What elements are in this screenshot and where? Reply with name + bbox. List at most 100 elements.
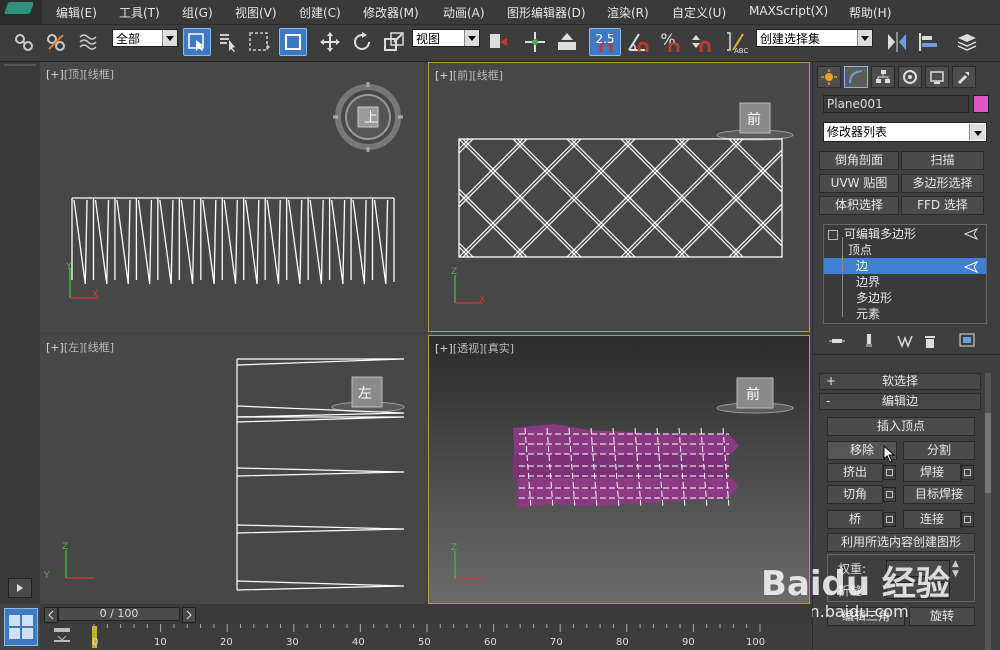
motion-tab-icon[interactable]: [898, 66, 922, 88]
menu-views[interactable]: 视图(V): [235, 4, 277, 21]
connect-button[interactable]: 连接: [903, 510, 961, 529]
layer-manager-icon[interactable]: [953, 28, 981, 56]
volume-select-button[interactable]: 体积选择: [819, 196, 899, 215]
object-name-field[interactable]: Plane001: [823, 95, 969, 113]
reference-coord-dropdown[interactable]: 视图: [412, 29, 480, 47]
soft-selection-rollout[interactable]: + 软选择: [819, 373, 981, 390]
create-shape-button[interactable]: 利用所选内容创建图形: [827, 533, 975, 552]
track-view-icon[interactable]: [52, 626, 74, 644]
select-object-icon[interactable]: [183, 28, 211, 56]
weight-spinner-field[interactable]: [886, 560, 950, 577]
pin-stack-icon[interactable]: [829, 334, 845, 348]
viewport-top[interactable]: [+][顶][线框] Y X 上: [40, 62, 425, 332]
edit-named-selection-icon[interactable]: ABC: [724, 28, 752, 56]
time-slider-thumb[interactable]: 0 / 100: [58, 607, 180, 621]
app-logo[interactable]: [0, 0, 42, 24]
stack-item-vertex[interactable]: 顶点: [848, 242, 1000, 258]
turn-button[interactable]: 旋转: [909, 607, 975, 626]
snap-toggle-button[interactable]: 2.5: [589, 28, 621, 56]
remove-modifier-icon[interactable]: [923, 333, 937, 349]
weld-settings-button[interactable]: [961, 465, 974, 480]
viewcube-left-text[interactable]: 左: [358, 383, 372, 403]
edit-edges-rollout[interactable]: - 编辑边: [819, 393, 981, 410]
select-by-name-icon[interactable]: [214, 28, 242, 56]
viewcube-top-text[interactable]: 上: [364, 107, 378, 127]
weld-button[interactable]: 焊接: [903, 463, 961, 482]
stack-item-edge[interactable]: 边: [824, 258, 986, 274]
hierarchy-tab-icon[interactable]: [871, 66, 895, 88]
mirror-icon[interactable]: [883, 28, 911, 56]
extrude-button[interactable]: 挤出: [827, 463, 883, 482]
menu-group[interactable]: 组(G): [182, 4, 213, 21]
link-icon[interactable]: [10, 28, 38, 56]
stack-item-polygon[interactable]: 多边形: [856, 290, 1000, 306]
bind-spacewarp-icon[interactable]: [74, 28, 102, 56]
ffd-select-button[interactable]: FFD 选择: [901, 196, 984, 215]
move-icon[interactable]: [316, 28, 344, 56]
angle-snap-icon[interactable]: [623, 28, 651, 56]
target-weld-button[interactable]: 目标焊接: [903, 485, 975, 504]
connect-settings-button[interactable]: [961, 512, 974, 527]
extrude-settings-button[interactable]: [883, 465, 896, 480]
display-tab-icon[interactable]: [925, 66, 949, 88]
chamfer-button[interactable]: 切角: [827, 485, 883, 504]
expand-button[interactable]: [8, 578, 32, 598]
window-crossing-icon[interactable]: [279, 28, 307, 56]
bridge-button[interactable]: 桥: [827, 510, 883, 529]
track-bar[interactable]: 0 10 20 30 40 50 60 70 80 90 100: [40, 624, 812, 650]
viewport-perspective[interactable]: [+][透视][真实] 前 Z: [428, 335, 810, 604]
stack-edge-light-icon[interactable]: [964, 261, 978, 273]
scale-icon[interactable]: [380, 28, 408, 56]
modify-tab-icon[interactable]: [844, 66, 868, 88]
split-button[interactable]: 分割: [903, 441, 975, 460]
edit-triangulation-button[interactable]: 编辑三角: [827, 607, 905, 626]
make-unique-icon[interactable]: [897, 334, 913, 348]
spinner-snap-icon[interactable]: [686, 28, 714, 56]
menu-tools[interactable]: 工具(T): [119, 4, 160, 21]
viewport-layout-button[interactable]: [4, 608, 38, 646]
create-tab-icon[interactable]: [817, 66, 841, 88]
insert-vertex-button[interactable]: 插入顶点: [827, 417, 975, 436]
chamfer-settings-button[interactable]: [883, 487, 896, 502]
unlink-icon[interactable]: [42, 28, 70, 56]
stack-item-border[interactable]: 边界: [856, 274, 1000, 290]
modifier-list-dropdown[interactable]: 修改器列表: [823, 122, 987, 142]
time-slider-prev-button[interactable]: [44, 607, 58, 623]
menu-create[interactable]: 创建(C): [299, 4, 341, 21]
rotate-icon[interactable]: [348, 28, 376, 56]
sweep-button[interactable]: 扫描: [901, 151, 984, 170]
keyboard-shortcut-icon[interactable]: [553, 28, 581, 56]
uvw-map-button[interactable]: UVW 贴图: [819, 174, 899, 193]
rectangular-selection-icon[interactable]: [245, 28, 273, 56]
percent-snap-icon[interactable]: %: [654, 28, 682, 56]
align-icon[interactable]: [915, 28, 943, 56]
stack-root[interactable]: 可编辑多边形: [828, 226, 986, 242]
menu-edit[interactable]: 编辑(E): [56, 4, 97, 21]
viewport-front[interactable]: [+][前][线框] 前 Z X: [428, 62, 810, 332]
menu-animation[interactable]: 动画(A): [443, 4, 485, 21]
crease-spinner-field[interactable]: [886, 582, 950, 599]
stack-item-element[interactable]: 元素: [856, 306, 1000, 322]
named-selection-dropdown[interactable]: 创建选择集: [756, 29, 873, 47]
panel-scrollbar[interactable]: [985, 373, 991, 650]
menu-customize[interactable]: 自定义(U): [672, 4, 726, 21]
viewcube-front-text[interactable]: 前: [747, 109, 761, 129]
stack-root-light-icon[interactable]: [964, 228, 978, 240]
selection-filter-dropdown[interactable]: 全部: [112, 29, 178, 47]
poly-select-button[interactable]: 多边形选择: [901, 174, 984, 193]
viewcube-perspective-text[interactable]: 前: [746, 384, 760, 404]
bridge-settings-button[interactable]: [883, 512, 896, 527]
time-slider-next-button[interactable]: [182, 607, 196, 623]
select-manipulate-icon[interactable]: [521, 28, 549, 56]
utilities-tab-icon[interactable]: [952, 66, 976, 88]
show-end-result-icon[interactable]: [863, 333, 875, 349]
pivot-center-icon[interactable]: [484, 28, 512, 56]
menu-help[interactable]: 帮助(H): [849, 4, 891, 21]
configure-sets-icon[interactable]: [959, 333, 977, 349]
menu-rendering[interactable]: 渲染(R): [607, 4, 649, 21]
bevel-profile-button[interactable]: 倒角剖面: [819, 151, 899, 170]
viewport-left[interactable]: [+][左][线框] 左 Z Y: [40, 335, 425, 604]
weight-spinner-arrows[interactable]: ▲ ▼: [952, 559, 959, 579]
object-color-swatch[interactable]: [973, 95, 989, 113]
menu-maxscript[interactable]: MAXScript(X): [749, 4, 828, 18]
